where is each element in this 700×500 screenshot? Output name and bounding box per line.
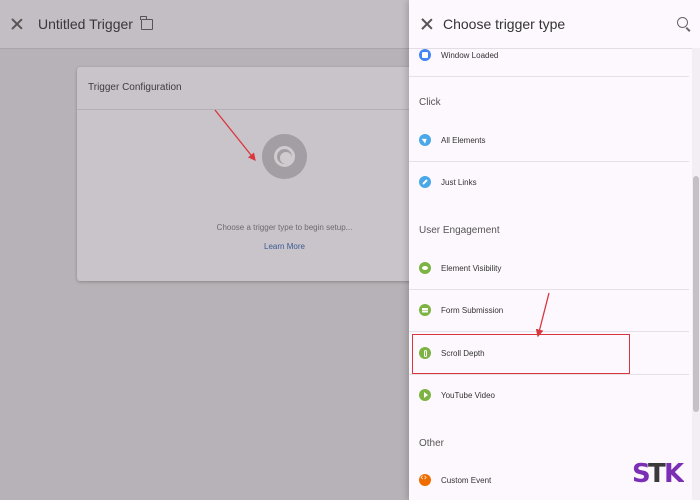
list-item-label: Just Links (441, 177, 477, 187)
trigger-type-scroll-depth[interactable]: Scroll Depth (409, 332, 689, 375)
cursor-icon (419, 134, 431, 146)
list-item-label: All Elements (441, 135, 486, 145)
close-icon[interactable] (421, 18, 433, 30)
list-item-label: Scroll Depth (441, 348, 485, 358)
eye-icon (419, 262, 431, 274)
list-item-label: Window Loaded (441, 50, 499, 60)
trigger-type-form-submission[interactable]: Form Submission (409, 289, 689, 332)
close-icon[interactable] (10, 17, 24, 31)
scroll-icon (419, 347, 431, 359)
drawer-title: Choose trigger type (443, 16, 566, 32)
scrollbar-thumb[interactable] (693, 176, 699, 412)
code-icon (419, 473, 431, 486)
window-icon (419, 49, 431, 61)
watermark-logo: S T K (632, 459, 684, 489)
form-icon (419, 304, 431, 316)
card-title: Trigger Configuration (77, 67, 417, 110)
trigger-type-window-loaded[interactable]: Window Loaded (409, 34, 689, 77)
section-title-user-engagement: User Engagement (419, 225, 500, 236)
list-item-label: YouTube Video (441, 390, 495, 400)
list-item-label: Form Submission (441, 305, 504, 315)
link-icon (419, 176, 431, 188)
trigger-type-youtube-video[interactable]: YouTube Video (409, 374, 689, 416)
section-title-click: Click (419, 97, 441, 108)
trigger-type-just-links[interactable]: Just Links (409, 161, 689, 203)
trigger-type-all-elements[interactable]: All Elements (409, 119, 689, 162)
list-item-label: Element Visibility (441, 263, 502, 273)
trigger-placeholder-icon[interactable] (262, 134, 307, 179)
list-item-label: Custom Event (441, 475, 492, 485)
folder-icon[interactable] (140, 15, 153, 30)
trigger-name[interactable]: Untitled Trigger (38, 16, 133, 32)
choose-trigger-type-drawer: Choose trigger type Window Loaded Click … (409, 0, 700, 500)
section-title-other: Other (419, 438, 445, 449)
search-icon[interactable] (677, 17, 688, 28)
svg-text:K: K (664, 459, 684, 489)
trigger-configuration-card[interactable]: Trigger Configuration Choose a trigger t… (77, 67, 417, 281)
play-icon (419, 389, 431, 401)
trigger-type-element-visibility[interactable]: Element Visibility (409, 247, 689, 290)
